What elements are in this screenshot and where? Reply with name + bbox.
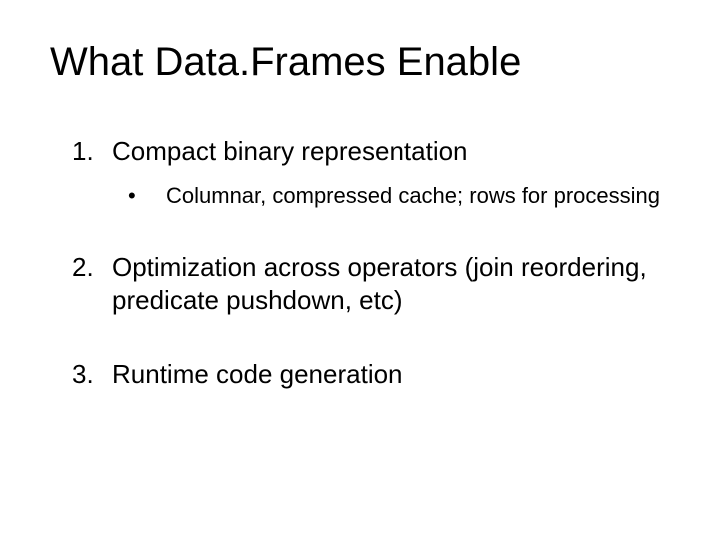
list-item: Optimization across operators (join reor… — [40, 251, 670, 316]
list-item-text: Compact binary representation — [112, 136, 468, 166]
list-item-text: Runtime code generation — [112, 359, 403, 389]
sublist-item-text: Columnar, compressed cache; rows for pro… — [166, 183, 660, 208]
list-item-text: Optimization across operators (join reor… — [112, 252, 647, 315]
list-item: Runtime code generation — [40, 358, 670, 391]
list-item: Compact binary representation Columnar, … — [40, 135, 670, 209]
slide-title: What Data.Frames Enable — [50, 40, 670, 85]
sublist: Columnar, compressed cache; rows for pro… — [112, 182, 670, 210]
numbered-list: Compact binary representation Columnar, … — [40, 135, 670, 391]
sublist-item: Columnar, compressed cache; rows for pro… — [112, 182, 670, 210]
